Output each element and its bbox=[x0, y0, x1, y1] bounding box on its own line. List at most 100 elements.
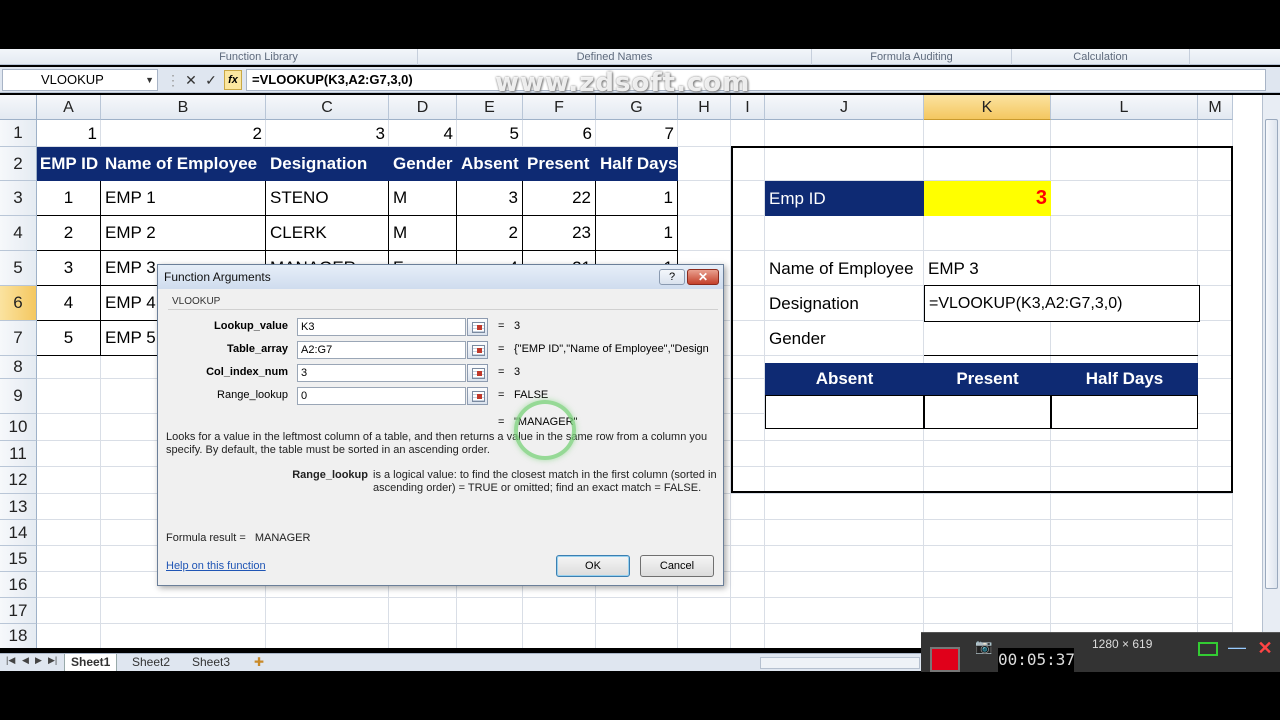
index-cell[interactable]: 7 bbox=[596, 120, 678, 147]
row-header-17[interactable]: 17 bbox=[0, 598, 37, 624]
next-sheet-icon[interactable]: ▶ bbox=[35, 655, 42, 666]
grid-cell[interactable] bbox=[1198, 520, 1233, 546]
column-header-k[interactable]: K bbox=[924, 95, 1051, 120]
grid-cell[interactable] bbox=[37, 414, 101, 441]
row-header-14[interactable]: 14 bbox=[0, 520, 37, 546]
grid-cell[interactable] bbox=[37, 624, 101, 648]
table-cell[interactable]: 4 bbox=[37, 286, 101, 321]
table-cell[interactable]: STENO bbox=[266, 181, 389, 216]
grid-cell[interactable] bbox=[1051, 598, 1198, 624]
table-cell[interactable]: 22 bbox=[523, 181, 596, 216]
select-all-corner[interactable] bbox=[0, 95, 37, 120]
grid-cell[interactable] bbox=[678, 216, 731, 251]
grid-cell[interactable] bbox=[457, 598, 523, 624]
column-header-h[interactable]: H bbox=[678, 95, 731, 120]
grid-cell[interactable] bbox=[457, 624, 523, 648]
grid-cell[interactable] bbox=[596, 598, 678, 624]
prev-sheet-icon[interactable]: ◀ bbox=[22, 655, 29, 666]
insert-function-button[interactable]: fx bbox=[224, 70, 242, 90]
table-header-cell[interactable]: Absent bbox=[457, 147, 523, 181]
cancel-button[interactable]: Cancel bbox=[640, 555, 714, 577]
grid-cell[interactable] bbox=[37, 467, 101, 494]
grid-cell[interactable] bbox=[731, 624, 765, 648]
grid-cell[interactable] bbox=[37, 546, 101, 572]
table-header-cell[interactable]: EMP ID bbox=[37, 147, 101, 181]
vertical-scrollbar[interactable] bbox=[1262, 95, 1280, 650]
column-header-e[interactable]: E bbox=[457, 95, 523, 120]
grid-cell[interactable] bbox=[1198, 546, 1233, 572]
index-cell[interactable]: 3 bbox=[266, 120, 389, 147]
table-cell[interactable]: 3 bbox=[457, 181, 523, 216]
grid-cell[interactable] bbox=[924, 572, 1051, 598]
grid-cell[interactable] bbox=[1051, 494, 1198, 520]
table-cell[interactable]: 2 bbox=[37, 216, 101, 251]
help-link[interactable]: Help on this function bbox=[166, 560, 266, 572]
grid-cell[interactable] bbox=[37, 520, 101, 546]
tab-sheet2[interactable]: Sheet2 bbox=[126, 654, 176, 671]
grid-cell[interactable] bbox=[924, 520, 1051, 546]
column-header-a[interactable]: A bbox=[37, 95, 101, 120]
camera-icon[interactable]: 📷 bbox=[975, 638, 995, 654]
first-sheet-icon[interactable]: |◀ bbox=[6, 655, 15, 666]
last-sheet-icon[interactable]: ▶| bbox=[48, 655, 57, 666]
close-icon[interactable]: ✕ bbox=[687, 269, 719, 285]
vertical-scroll-thumb[interactable] bbox=[1265, 119, 1278, 589]
formula-input[interactable]: =VLOOKUP(K3,A2:G7,3,0) bbox=[246, 69, 1266, 91]
name-box[interactable]: VLOOKUP ▼ bbox=[2, 69, 158, 91]
grid-cell[interactable] bbox=[924, 546, 1051, 572]
table-cell[interactable]: M bbox=[389, 216, 457, 251]
grid-cell[interactable] bbox=[266, 598, 389, 624]
row-header-11[interactable]: 11 bbox=[0, 441, 37, 467]
table-cell[interactable]: 3 bbox=[37, 251, 101, 286]
table-cell[interactable]: EMP 1 bbox=[101, 181, 266, 216]
minimize-icon[interactable]: — bbox=[1226, 638, 1248, 658]
grid-cell[interactable] bbox=[37, 494, 101, 520]
table-cell[interactable]: EMP 2 bbox=[101, 216, 266, 251]
table-cell[interactable]: 1 bbox=[596, 216, 678, 251]
table-header-cell[interactable]: Half Days bbox=[596, 147, 678, 181]
column-header-m[interactable]: M bbox=[1198, 95, 1233, 120]
grid-cell[interactable] bbox=[101, 624, 266, 648]
table-cell[interactable]: M bbox=[389, 181, 457, 216]
dialog-title[interactable]: Function Arguments bbox=[158, 265, 723, 289]
grid-cell[interactable] bbox=[731, 546, 765, 572]
cancel-formula-icon[interactable]: ✕ bbox=[182, 71, 200, 89]
grid-cell[interactable] bbox=[924, 494, 1051, 520]
column-header-b[interactable]: B bbox=[101, 95, 266, 120]
grid-cell[interactable] bbox=[765, 494, 924, 520]
grid-cell[interactable] bbox=[678, 120, 731, 147]
grid-cell[interactable] bbox=[37, 356, 101, 379]
row-header-3[interactable]: 3 bbox=[0, 181, 37, 216]
chevron-down-icon[interactable]: ▼ bbox=[145, 70, 154, 90]
table-header-cell[interactable]: Designation bbox=[266, 147, 389, 181]
grid-cell[interactable] bbox=[596, 624, 678, 648]
column-header-g[interactable]: G bbox=[596, 95, 678, 120]
index-cell[interactable]: 1 bbox=[37, 120, 101, 147]
enter-formula-icon[interactable]: ✓ bbox=[202, 71, 220, 89]
grid-cell[interactable] bbox=[765, 520, 924, 546]
table-cell[interactable]: 5 bbox=[37, 321, 101, 356]
row-header-1[interactable]: 1 bbox=[0, 120, 37, 147]
row-header-6[interactable]: 6 bbox=[0, 286, 37, 321]
tab-sheet3[interactable]: Sheet3 bbox=[186, 654, 236, 671]
column-header-i[interactable]: I bbox=[731, 95, 765, 120]
row-header-4[interactable]: 4 bbox=[0, 216, 37, 251]
grid-cell[interactable] bbox=[1198, 572, 1233, 598]
gender-value[interactable] bbox=[924, 321, 1198, 356]
name-value[interactable]: EMP 3 bbox=[924, 251, 1124, 286]
row-header-8[interactable]: 8 bbox=[0, 356, 37, 379]
grid-cell[interactable] bbox=[1198, 494, 1233, 520]
column-header-f[interactable]: F bbox=[523, 95, 596, 120]
grid-cell[interactable] bbox=[37, 572, 101, 598]
grid-cell[interactable] bbox=[266, 624, 389, 648]
grid-cell[interactable] bbox=[389, 598, 457, 624]
grid-cell[interactable] bbox=[678, 598, 731, 624]
grid-cell[interactable] bbox=[924, 598, 1051, 624]
grid-cell[interactable] bbox=[523, 598, 596, 624]
grid-cell[interactable] bbox=[101, 598, 266, 624]
index-cell[interactable]: 4 bbox=[389, 120, 457, 147]
row-header-13[interactable]: 13 bbox=[0, 494, 37, 520]
restore-icon[interactable] bbox=[1198, 642, 1218, 656]
grid-cell[interactable] bbox=[765, 572, 924, 598]
emp-id-value[interactable]: 3 bbox=[924, 181, 1051, 216]
